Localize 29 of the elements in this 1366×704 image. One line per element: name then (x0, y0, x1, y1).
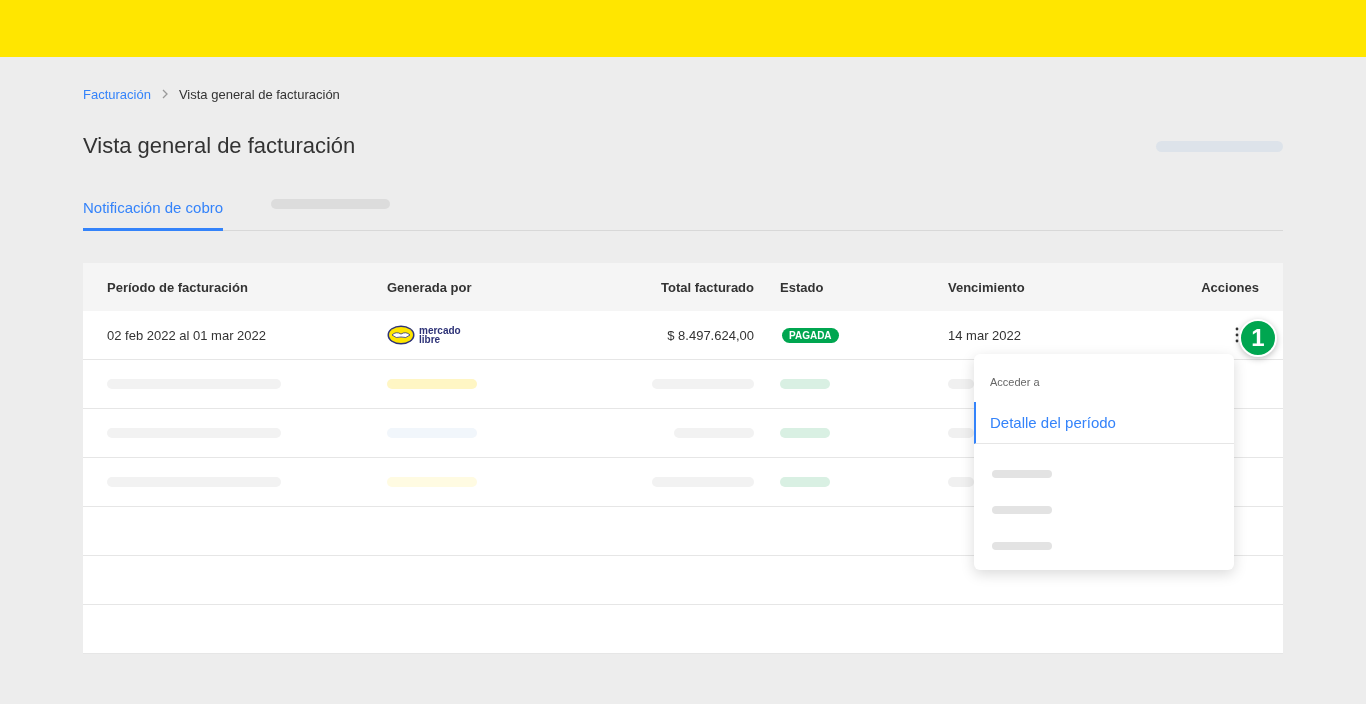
menu-item[interactable]: Detalle del período (974, 402, 1234, 444)
handshake-icon (387, 325, 415, 345)
breadcrumb-link[interactable]: Facturación (83, 86, 151, 102)
table-cell: 14 mar 2022 (948, 327, 1021, 343)
marketplace-logo: mercado libre (387, 325, 463, 345)
menu-item-placeholder (992, 542, 1052, 550)
breadcrumb-current: Vista general de facturación (178, 86, 340, 102)
loading-placeholder (948, 428, 974, 438)
menu-item-placeholder (992, 506, 1052, 514)
chevron-right-icon (160, 89, 169, 99)
column-header: Estado (780, 279, 824, 295)
loading-placeholder (780, 428, 830, 438)
table-cell: 02 feb 2022 al 01 mar 2022 (107, 327, 266, 343)
loading-placeholder (948, 477, 974, 487)
menu-item-placeholder (992, 470, 1052, 478)
table-cell-text: $ 8.497.624,00 (667, 327, 755, 343)
column-header: Vencimiento (948, 279, 1025, 295)
status-badge: PAGADA (782, 327, 839, 343)
page-title: Vista general de facturación (83, 133, 356, 159)
column-header: Acciones (1201, 279, 1259, 295)
loading-placeholder (780, 379, 830, 389)
column-header: Período de facturación (107, 279, 248, 295)
tab[interactable]: Notificación de cobro (83, 199, 224, 231)
column-header: Generada por (387, 279, 472, 295)
loading-placeholder (948, 379, 974, 389)
loading-placeholder (780, 477, 830, 487)
menu-heading: Acceder a (989, 376, 1041, 390)
column-header: Total facturado (661, 279, 755, 295)
step-marker: 1 (1239, 319, 1277, 357)
